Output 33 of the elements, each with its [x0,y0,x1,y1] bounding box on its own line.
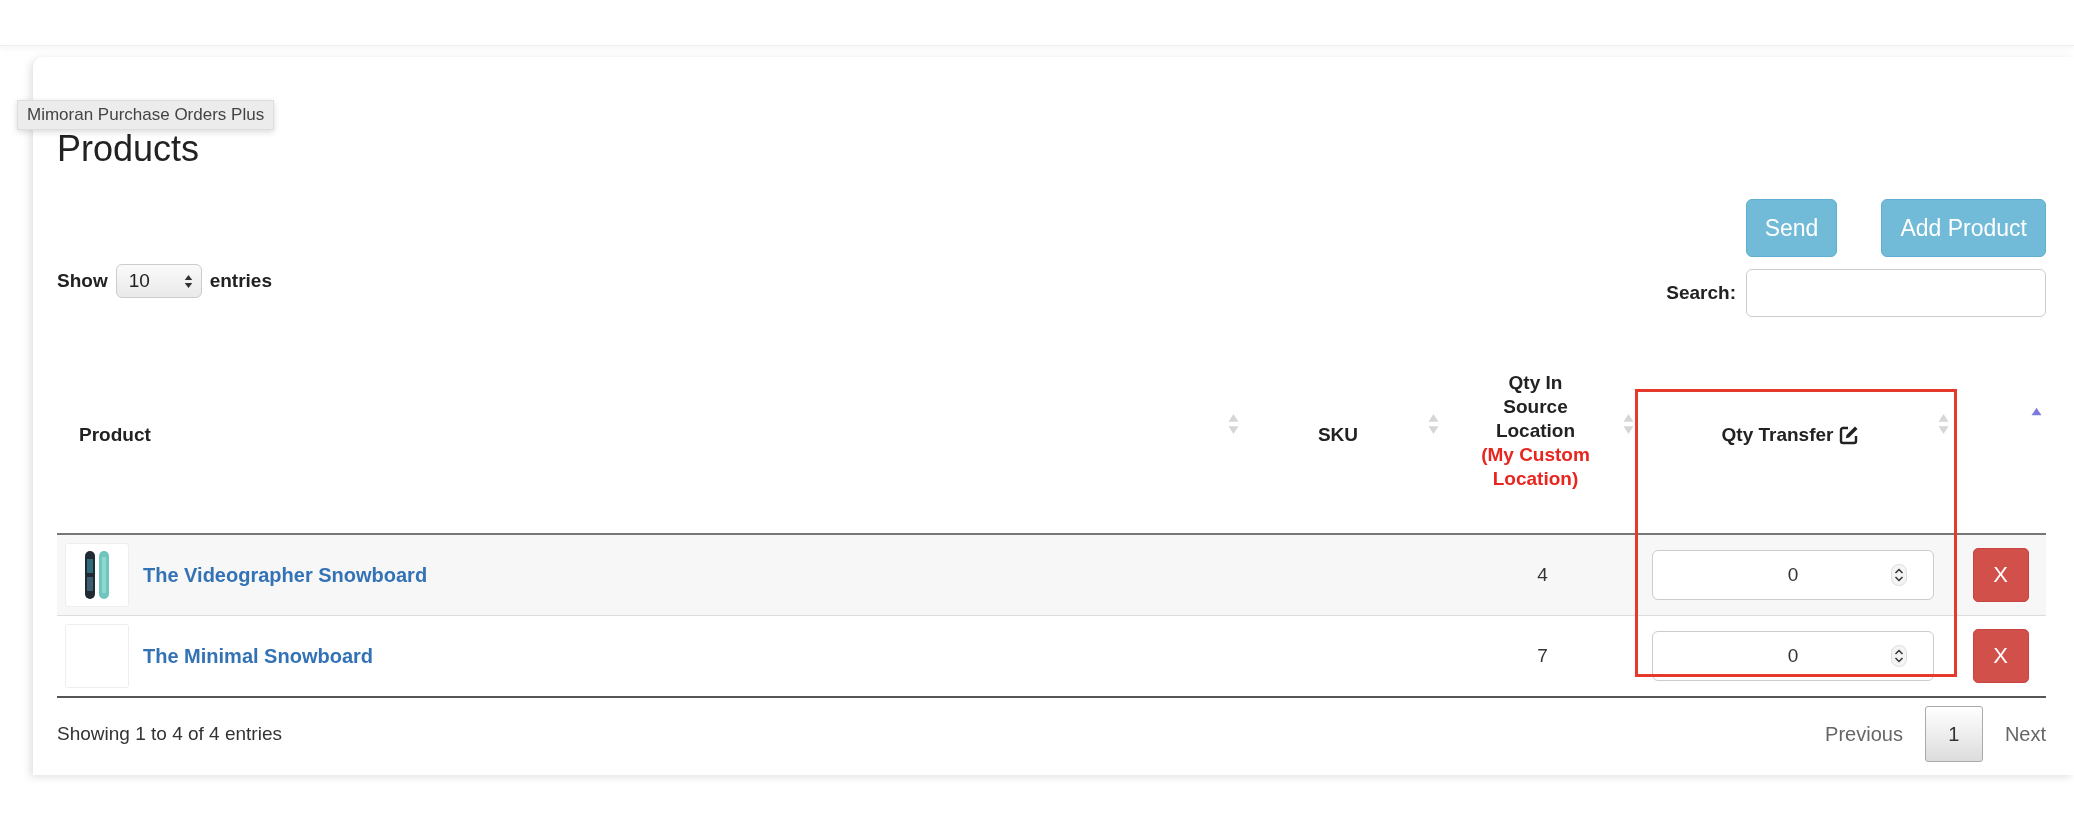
column-header[interactable]: Qty In Source Location (My Custom Location) [1479,371,1592,491]
dropdown-arrows-icon [183,273,193,289]
entries-summary: Showing 1 to 4 of 4 entries [57,723,282,745]
column-header[interactable]: SKU [1317,423,1359,447]
previous-link[interactable]: Previous [1825,722,1903,746]
sort-ascending-icon[interactable] [2031,407,2042,416]
sort-icon[interactable] [1228,413,1239,435]
edit-icon[interactable] [1839,425,1860,445]
quantity-value: 7 [1537,645,1548,666]
stepper-icon[interactable] [1891,564,1907,586]
show-label: Show [57,270,108,292]
page-title: Products [57,129,200,169]
search-field[interactable] [1746,269,2046,317]
transfer-quantity-field[interactable]: 0 [1652,631,1934,681]
quantity-value: 4 [1537,564,1548,585]
column-header[interactable]: Product [79,423,151,447]
page-button[interactable]: 1 [1924,706,1983,762]
sort-icon[interactable] [1938,413,1949,435]
sort-icon[interactable] [1623,413,1634,435]
transfer-quantity-field[interactable]: 0 [1652,550,1934,600]
location-note: (My Custom Location) [1481,444,1590,489]
search-label: Search: [1666,282,1736,304]
product-link[interactable]: The Videographer Snowboard [143,563,428,587]
column-header[interactable]: Qty Transfer [1721,423,1834,447]
product-link[interactable]: The Minimal Snowboard [143,644,373,668]
entries-select[interactable]: 10 [115,264,202,298]
sort-icon[interactable] [1428,413,1439,435]
remove-button[interactable]: X [1972,548,2029,602]
next-link[interactable]: Next [2004,722,2046,746]
remove-button[interactable]: X [1972,629,2029,683]
tooltip: Mimoran Purchase Orders Plus [17,100,275,130]
entries-label: entries [209,270,272,292]
stepper-icon[interactable] [1891,645,1907,667]
